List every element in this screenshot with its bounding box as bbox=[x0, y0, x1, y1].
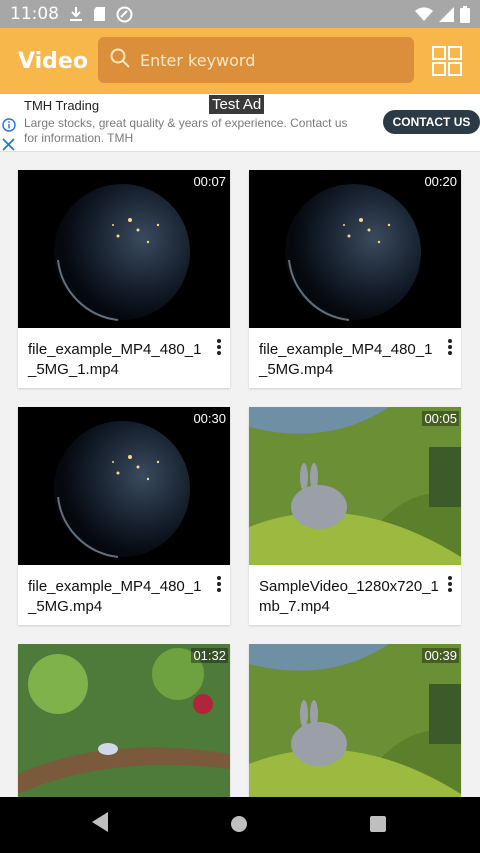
signal-icon bbox=[439, 6, 454, 22]
download-icon bbox=[69, 6, 83, 22]
ad-title: TMH Trading bbox=[24, 98, 100, 113]
status-time: 11:08 bbox=[10, 4, 59, 24]
wifi-icon bbox=[415, 6, 433, 22]
search-input[interactable] bbox=[140, 50, 390, 70]
sd-card-icon bbox=[93, 6, 106, 22]
video-thumbnail[interactable] bbox=[18, 170, 230, 328]
ad-description: Large stocks, great quality & years of e… bbox=[24, 116, 348, 145]
ad-label: Test Ad bbox=[209, 95, 265, 114]
video-title: file_example_MP4_480_1_5MG.mp4 bbox=[28, 578, 202, 615]
video-title: file_example_MP4_480_1_5MG_1.mp4 bbox=[28, 341, 202, 378]
video-title: SampleVideo_1280x720_1mb_7.mp4 bbox=[259, 578, 439, 615]
close-icon[interactable] bbox=[2, 136, 15, 151]
info-icon[interactable] bbox=[2, 117, 16, 132]
home-icon[interactable] bbox=[230, 815, 248, 837]
video-thumbnail[interactable] bbox=[249, 170, 461, 328]
video-duration: 00:20 bbox=[422, 174, 459, 189]
video-thumbnail[interactable] bbox=[18, 644, 230, 802]
more-options-icon[interactable] bbox=[216, 338, 222, 356]
video-duration: 01:32 bbox=[191, 648, 228, 663]
status-bar: 11:08 bbox=[0, 0, 480, 28]
more-options-icon[interactable] bbox=[447, 338, 453, 356]
more-options-icon[interactable] bbox=[216, 575, 222, 593]
data-saver-icon bbox=[116, 6, 133, 23]
app-bar: Video bbox=[0, 28, 480, 94]
video-card[interactable]: 00:20 file_example_MP4_480_1_5MG.mp4 bbox=[249, 170, 461, 388]
app-title: Video bbox=[18, 48, 88, 74]
recents-icon[interactable] bbox=[369, 815, 387, 837]
video-duration: 00:39 bbox=[422, 648, 459, 663]
video-title: file_example_MP4_480_1_5MG.mp4 bbox=[259, 341, 433, 378]
back-icon[interactable] bbox=[90, 811, 110, 837]
more-options-icon[interactable] bbox=[447, 575, 453, 593]
video-duration: 00:30 bbox=[191, 411, 228, 426]
contact-us-button[interactable]: CONTACT US bbox=[383, 110, 480, 134]
video-thumbnail[interactable] bbox=[18, 407, 230, 565]
video-card[interactable]: 00:07 file_example_MP4_480_1_5MG_1.mp4 bbox=[18, 170, 230, 388]
video-duration: 00:07 bbox=[191, 174, 228, 189]
grid-view-icon[interactable] bbox=[432, 46, 462, 76]
video-duration: 00:05 bbox=[422, 411, 459, 426]
navigation-bar bbox=[0, 797, 480, 853]
video-thumbnail[interactable] bbox=[249, 644, 461, 802]
video-thumbnail[interactable] bbox=[249, 407, 461, 565]
search-box[interactable] bbox=[98, 37, 414, 83]
video-card[interactable]: 00:30 file_example_MP4_480_1_5MG.mp4 bbox=[18, 407, 230, 625]
battery-icon bbox=[460, 5, 470, 23]
search-icon bbox=[110, 48, 130, 72]
video-card[interactable]: 00:05 SampleVideo_1280x720_1mb_7.mp4 bbox=[249, 407, 461, 625]
